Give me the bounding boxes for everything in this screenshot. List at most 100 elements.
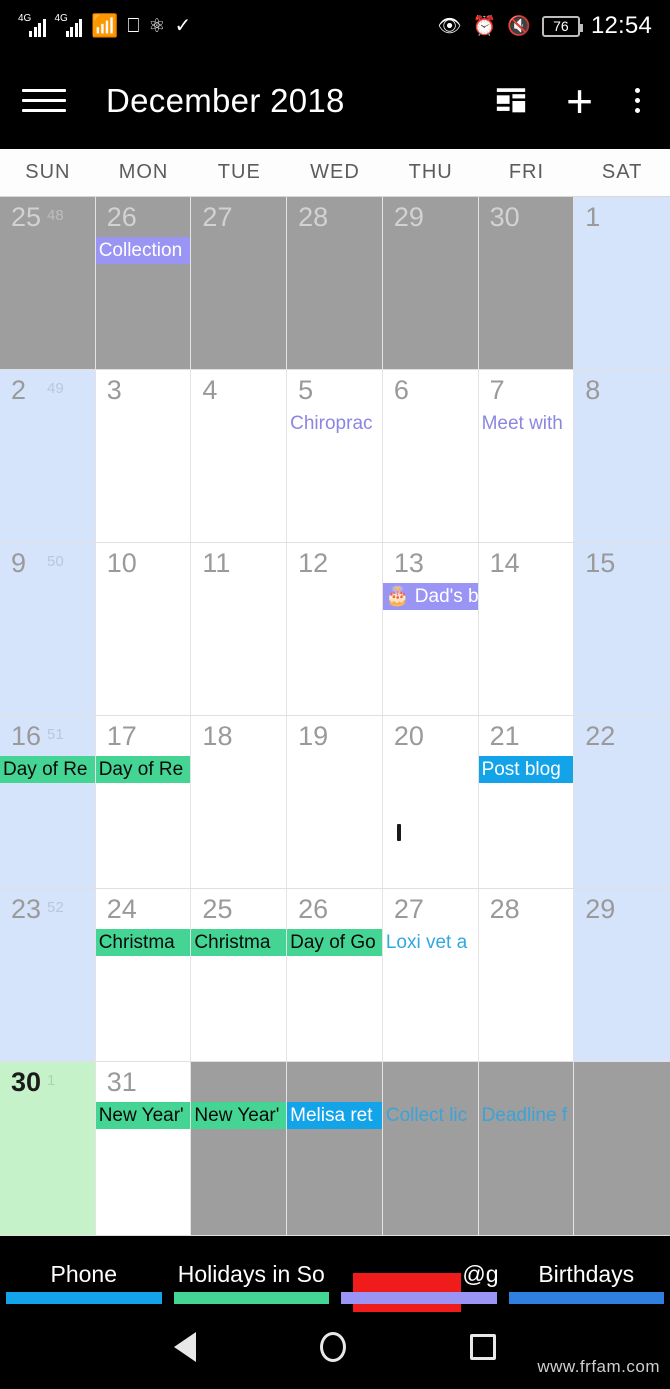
calendar-day-cell[interactable]: 20 [382,716,479,889]
calendar-day-cell[interactable]: 2 49 [0,370,96,543]
calendar-day-cell[interactable]: Melisa ret [287,1062,383,1236]
calendar-day-cell[interactable]: 12 [287,543,383,716]
calendar-day-cell[interactable]: 7 Meet with [478,370,575,543]
day-number: 30 [489,202,520,232]
calendar-day-cell[interactable]: 22 [574,716,670,889]
calendar-week-row: 2 49 3 4 5 Chiroprac 6 7 Meet with 8 [0,370,670,543]
day-number: 21 [489,721,520,751]
calendar-filter-label-wrap: Phone [0,1261,168,1288]
day-number: 23 [11,894,42,924]
day-number: 20 [393,721,424,751]
calendar-day-cell[interactable]: 3 [95,370,192,543]
mute-icon: 🔇 [507,15,531,37]
calendar-day-cell[interactable]: 15 [574,543,670,716]
calendar-event[interactable]: Day of Re [0,756,95,783]
calendar-event[interactable]: Collection [95,237,191,264]
day-events: Day of Go [287,929,382,958]
day-number: 22 [585,721,616,751]
agenda-view-icon[interactable] [494,84,528,118]
day-number: 31 [106,1067,137,1097]
calendar-event[interactable]: Chiroprac [287,410,382,437]
week-number: 52 [47,899,64,916]
calendar-filter-label-wrap: @g [335,1261,503,1314]
calendar-event[interactable]: Collect lic [383,1102,478,1129]
calendar-day-cell[interactable]: 9 50 [0,543,96,716]
calendar-filter-item[interactable]: Birthdays [503,1236,670,1312]
day-number: 7 [489,375,505,405]
calendar-day-cell[interactable]: 31 New Year' [95,1062,192,1236]
day-number: 27 [393,894,424,924]
calendar-day-cell[interactable]: 29 [382,197,479,370]
back-triangle-icon[interactable] [174,1331,196,1362]
battery-icon: 76 [541,15,583,37]
calendar-event[interactable]: Melisa ret [287,1102,382,1129]
calendar-day-cell[interactable]: 29 [574,889,670,1062]
calendar-day-cell[interactable]: 26 Collection [95,197,192,370]
calendar-day-cell[interactable]: 24 Christma [95,889,192,1062]
home-circle-icon[interactable] [320,1331,346,1362]
weekday-sun: SUN [25,161,71,183]
more-vertical-icon[interactable] [631,84,644,117]
calendar-event[interactable]: Day of Go [287,929,382,956]
calendar-day-cell[interactable]: 11 [191,543,288,716]
calendar-day-cell[interactable] [574,1062,670,1236]
calendar-day-cell[interactable]: New Year' [191,1062,288,1236]
calendar-event[interactable]: Post blog [478,756,574,783]
calendar-day-cell[interactable]: 6 [382,370,479,543]
calendar-day-cell[interactable]: 14 [478,543,575,716]
calendar-event[interactable]: Loxi vet a [383,929,478,956]
calendar-day-cell[interactable]: Collect lic [382,1062,479,1236]
calendar-event[interactable]: Day of Re [95,756,191,783]
day-events: Deadline f [479,1102,574,1131]
4g-signal-icon-2: 4G [55,14,82,37]
calendar-day-cell[interactable]: 28 [287,197,383,370]
day-number: 29 [585,894,616,924]
calendar-day-cell[interactable]: 4 [191,370,288,543]
network-label: 4G [18,13,32,24]
recents-square-icon[interactable] [470,1333,496,1360]
calendar-day-cell[interactable]: 25 48 [0,197,96,370]
plus-icon[interactable]: + [566,78,593,124]
calendar-event[interactable]: 🎂 Dad's b [382,583,478,610]
calendar-day-cell[interactable]: 1 [574,197,670,370]
calendar-day-cell[interactable]: 23 52 [0,889,96,1062]
calendar-day-cell[interactable]: 16 51 Day of Re [0,716,96,889]
calendar-filter-item[interactable]: @g [335,1236,503,1314]
calendar-day-cell[interactable]: 27 Loxi vet a [382,889,479,1062]
status-bar-right: 👁 ⏰ 🔇 76 12:54 [437,12,652,40]
calendar-filter-color-bar [341,1292,497,1304]
weekday-thu: THU [408,161,453,183]
calendar-day-cell[interactable]: 26 Day of Go [287,889,383,1062]
calendar-filter-item[interactable]: Phone [0,1236,168,1312]
calendar-event[interactable]: Christma [95,929,191,956]
day-events: Meet with [479,410,574,439]
hamburger-menu-icon[interactable] [22,89,66,112]
calendar-day-cell[interactable]: 25 Christma [191,889,288,1062]
calendar-filter-item[interactable]: Holidays in So [168,1236,336,1312]
day-number: 26 [298,894,329,924]
weekday-mon: MON [118,161,169,183]
calendar-day-cell[interactable]: 28 [478,889,575,1062]
calendar-day-cell[interactable]: 5 Chiroprac [287,370,383,543]
calendar-day-cell[interactable]: 10 [95,543,192,716]
day-events: Chiroprac [287,410,382,439]
calendar-event[interactable]: Meet with [479,410,574,437]
calendar-event[interactable]: Christma [191,929,287,956]
calendar-day-cell[interactable]: Deadline f [478,1062,575,1236]
app-bar-actions: + [494,78,644,124]
day-number: 2 [11,375,27,405]
calendar-event[interactable]: New Year' [191,1102,287,1129]
calendar-day-cell[interactable]: 30 [478,197,575,370]
calendar-day-cell[interactable]: 13 🎂 Dad's b [382,543,479,716]
calendar-day-cell[interactable]: 30 1 [0,1062,96,1236]
calendar-event[interactable]: New Year' [95,1102,191,1129]
calendar-day-cell[interactable]: 21 Post blog [478,716,575,889]
calendar-day-cell[interactable]: 19 [287,716,383,889]
calendar-filter-color-bar [173,1292,329,1304]
calendar-event[interactable]: Deadline f [479,1102,574,1129]
calendar-day-cell[interactable]: 18 [191,716,288,889]
day-number: 4 [202,375,218,405]
calendar-day-cell[interactable]: 8 [574,370,670,543]
calendar-day-cell[interactable]: 27 [191,197,288,370]
calendar-day-cell[interactable]: 17 Day of Re [95,716,192,889]
